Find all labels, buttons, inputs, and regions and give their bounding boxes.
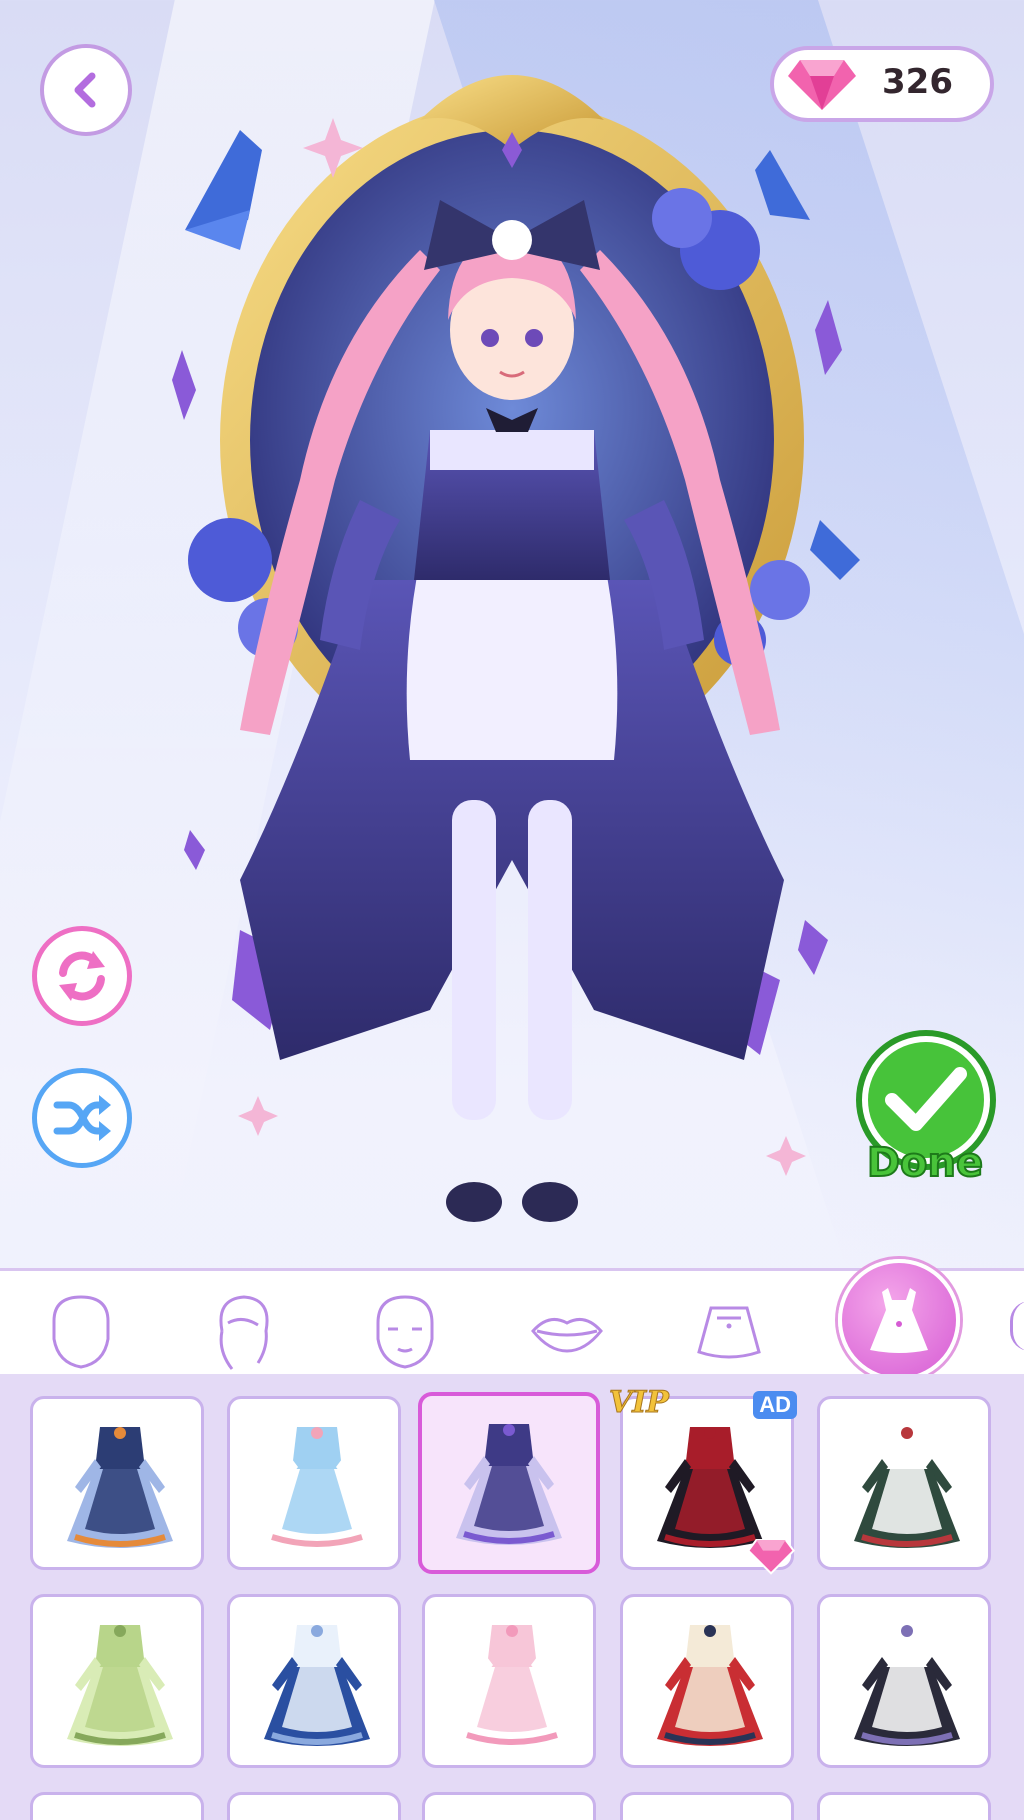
outfit-card[interactable]	[620, 1594, 794, 1768]
outfit-thumbnail	[456, 1424, 562, 1545]
face-features-icon	[376, 1295, 434, 1369]
outfit-card[interactable]	[418, 1392, 600, 1574]
outfit-card[interactable]: VIP AD	[609, 1385, 797, 1575]
leg	[528, 800, 572, 1120]
ad-badge: AD	[753, 1391, 797, 1419]
stage: 326 Done	[0, 0, 1024, 1268]
outfit-thumbnail	[264, 1625, 370, 1746]
tab-hair[interactable]	[200, 1289, 286, 1375]
vip-badge: VIP	[609, 1385, 670, 1421]
hair-icon	[219, 1295, 269, 1370]
outfit-card[interactable]	[30, 1594, 204, 1768]
gem-count: 326	[882, 62, 953, 102]
tab-skirt[interactable]	[686, 1289, 772, 1375]
dress-icon	[870, 1288, 928, 1353]
done-label: Done	[866, 1139, 984, 1187]
outfit-thumbnail	[854, 1625, 960, 1746]
pink-gem-icon	[788, 60, 856, 110]
lips-icon	[531, 1317, 603, 1353]
outfit-thumbnail	[459, 1625, 565, 1746]
outfit-card[interactable]	[817, 1594, 991, 1768]
tab-partial	[1010, 1301, 1024, 1351]
outfit-card[interactable]	[30, 1396, 204, 1570]
outfit-thumbnail	[67, 1625, 173, 1746]
back-button[interactable]	[40, 44, 132, 136]
outfit-card[interactable]	[817, 1396, 991, 1570]
category-tabbar	[0, 1259, 1024, 1381]
outfit-thumbnail	[657, 1625, 763, 1746]
skirt-icon	[697, 1306, 761, 1359]
shuffle-icon	[53, 1095, 111, 1141]
tab-face-shape[interactable]	[38, 1289, 124, 1375]
outfit-thumbnail	[67, 1427, 173, 1548]
outfit-card-partial[interactable]	[227, 1792, 401, 1820]
tab-mouth[interactable]	[524, 1289, 610, 1375]
tab-dress[interactable]	[838, 1259, 960, 1381]
face-outline-icon	[52, 1295, 110, 1369]
leg	[452, 800, 496, 1120]
chevron-left-icon	[74, 72, 96, 108]
reset-button[interactable]	[32, 926, 132, 1026]
outfit-grid: VIP AD	[0, 1374, 1024, 1820]
outfit-card-partial[interactable]	[422, 1792, 596, 1820]
outfit-card-partial[interactable]	[817, 1792, 991, 1820]
outfit-thumbnail	[854, 1427, 960, 1548]
random-button[interactable]	[32, 1068, 132, 1168]
pink-gem-icon	[747, 1539, 795, 1575]
outfit-card[interactable]	[227, 1396, 401, 1570]
outfit-card[interactable]	[422, 1594, 596, 1768]
outfit-card[interactable]	[227, 1594, 401, 1768]
outfit-card-partial[interactable]	[30, 1792, 204, 1820]
tab-face-features[interactable]	[362, 1289, 448, 1375]
gem-counter: 326	[770, 46, 994, 122]
refresh-icon	[59, 951, 105, 1001]
outfit-card-partial[interactable]	[620, 1792, 794, 1820]
outfit-thumbnail	[264, 1427, 370, 1548]
